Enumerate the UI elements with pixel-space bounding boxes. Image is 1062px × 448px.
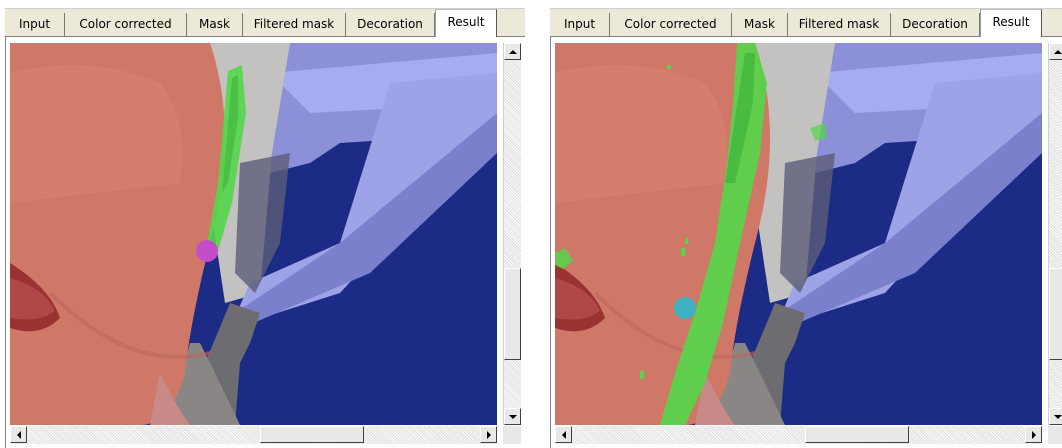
vertical-scroll-thumb[interactable] (1049, 268, 1062, 360)
tab-bar: Input Color corrected Mask Filtered mask… (550, 8, 1062, 37)
tab-filtered-mask[interactable]: Filtered mask (243, 13, 346, 36)
image-viewport (5, 36, 525, 448)
tab-filtered-mask[interactable]: Filtered mask (788, 13, 891, 36)
scroll-down-button[interactable] (1049, 408, 1062, 425)
scroll-down-button[interactable] (504, 408, 521, 425)
vertical-scrollbar[interactable] (1048, 43, 1062, 425)
result-panel-right: Input Color corrected Mask Filtered mask… (550, 0, 1062, 448)
tab-color-corrected[interactable]: Color corrected (65, 13, 187, 36)
image-viewport (550, 36, 1062, 448)
tab-result[interactable]: Result (980, 9, 1042, 37)
image-canvas[interactable] (10, 43, 497, 425)
scroll-left-button[interactable] (10, 426, 27, 443)
scroll-up-button[interactable] (1049, 43, 1062, 60)
result-image (555, 43, 1042, 425)
result-panel-left: Input Color corrected Mask Filtered mask… (5, 0, 525, 448)
tab-input[interactable]: Input (550, 13, 610, 36)
vertical-scrollbar[interactable] (503, 43, 521, 425)
scrollbar-corner (503, 426, 521, 444)
tab-decoration[interactable]: Decoration (346, 13, 435, 36)
scroll-left-button[interactable] (555, 426, 572, 443)
scrollbar-corner (1048, 426, 1062, 444)
tab-strip-end (507, 13, 525, 36)
horizontal-scroll-thumb[interactable] (260, 426, 364, 443)
tab-mask[interactable]: Mask (187, 13, 243, 36)
tab-mask[interactable]: Mask (732, 13, 788, 36)
scroll-right-button[interactable] (480, 426, 497, 443)
image-canvas[interactable] (555, 43, 1042, 425)
tab-decoration[interactable]: Decoration (891, 13, 980, 36)
tab-result[interactable]: Result (435, 9, 497, 37)
tab-strip-end (1052, 13, 1062, 36)
horizontal-scrollbar[interactable] (10, 426, 497, 444)
decoration-marker (196, 240, 218, 262)
tab-input[interactable]: Input (5, 13, 65, 36)
tab-color-corrected[interactable]: Color corrected (610, 13, 732, 36)
horizontal-scroll-thumb[interactable] (805, 426, 909, 443)
horizontal-scrollbar[interactable] (555, 426, 1042, 444)
decoration-marker (674, 297, 696, 319)
result-image (10, 43, 497, 425)
vertical-scroll-thumb[interactable] (504, 268, 521, 360)
scroll-right-button[interactable] (1025, 426, 1042, 443)
tab-bar: Input Color corrected Mask Filtered mask… (5, 8, 525, 37)
scroll-up-button[interactable] (504, 43, 521, 60)
